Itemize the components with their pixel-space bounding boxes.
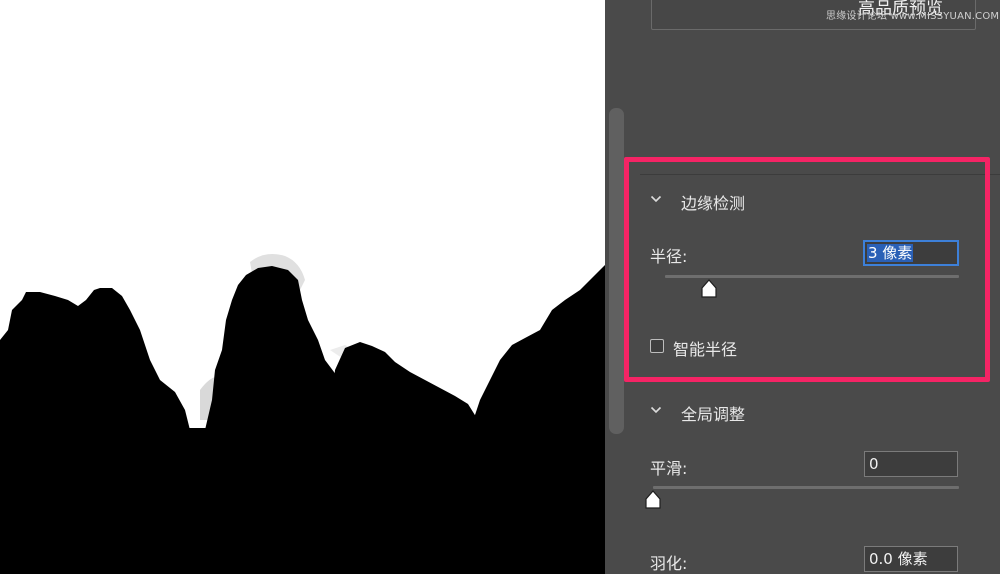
image-canvas[interactable] [0, 0, 605, 574]
feather-label: 羽化: [650, 554, 688, 573]
smooth-slider-thumb[interactable] [644, 490, 662, 510]
smooth-label: 平滑: [650, 459, 688, 478]
canvas-scrollbar-thumb[interactable] [609, 108, 624, 434]
smooth-slider-track[interactable] [653, 486, 959, 489]
smooth-input[interactable]: 0 [864, 451, 958, 477]
global-refine-title[interactable]: 全局调整 [681, 401, 745, 425]
mask-preview-image [0, 0, 605, 574]
chevron-down-icon[interactable] [650, 404, 662, 416]
feather-input[interactable]: 0.0 像素 [864, 546, 958, 572]
watermark-text: 思缘设计论坛 www.MISSYUAN.COM [826, 11, 1000, 22]
highlight-frame [624, 157, 990, 382]
